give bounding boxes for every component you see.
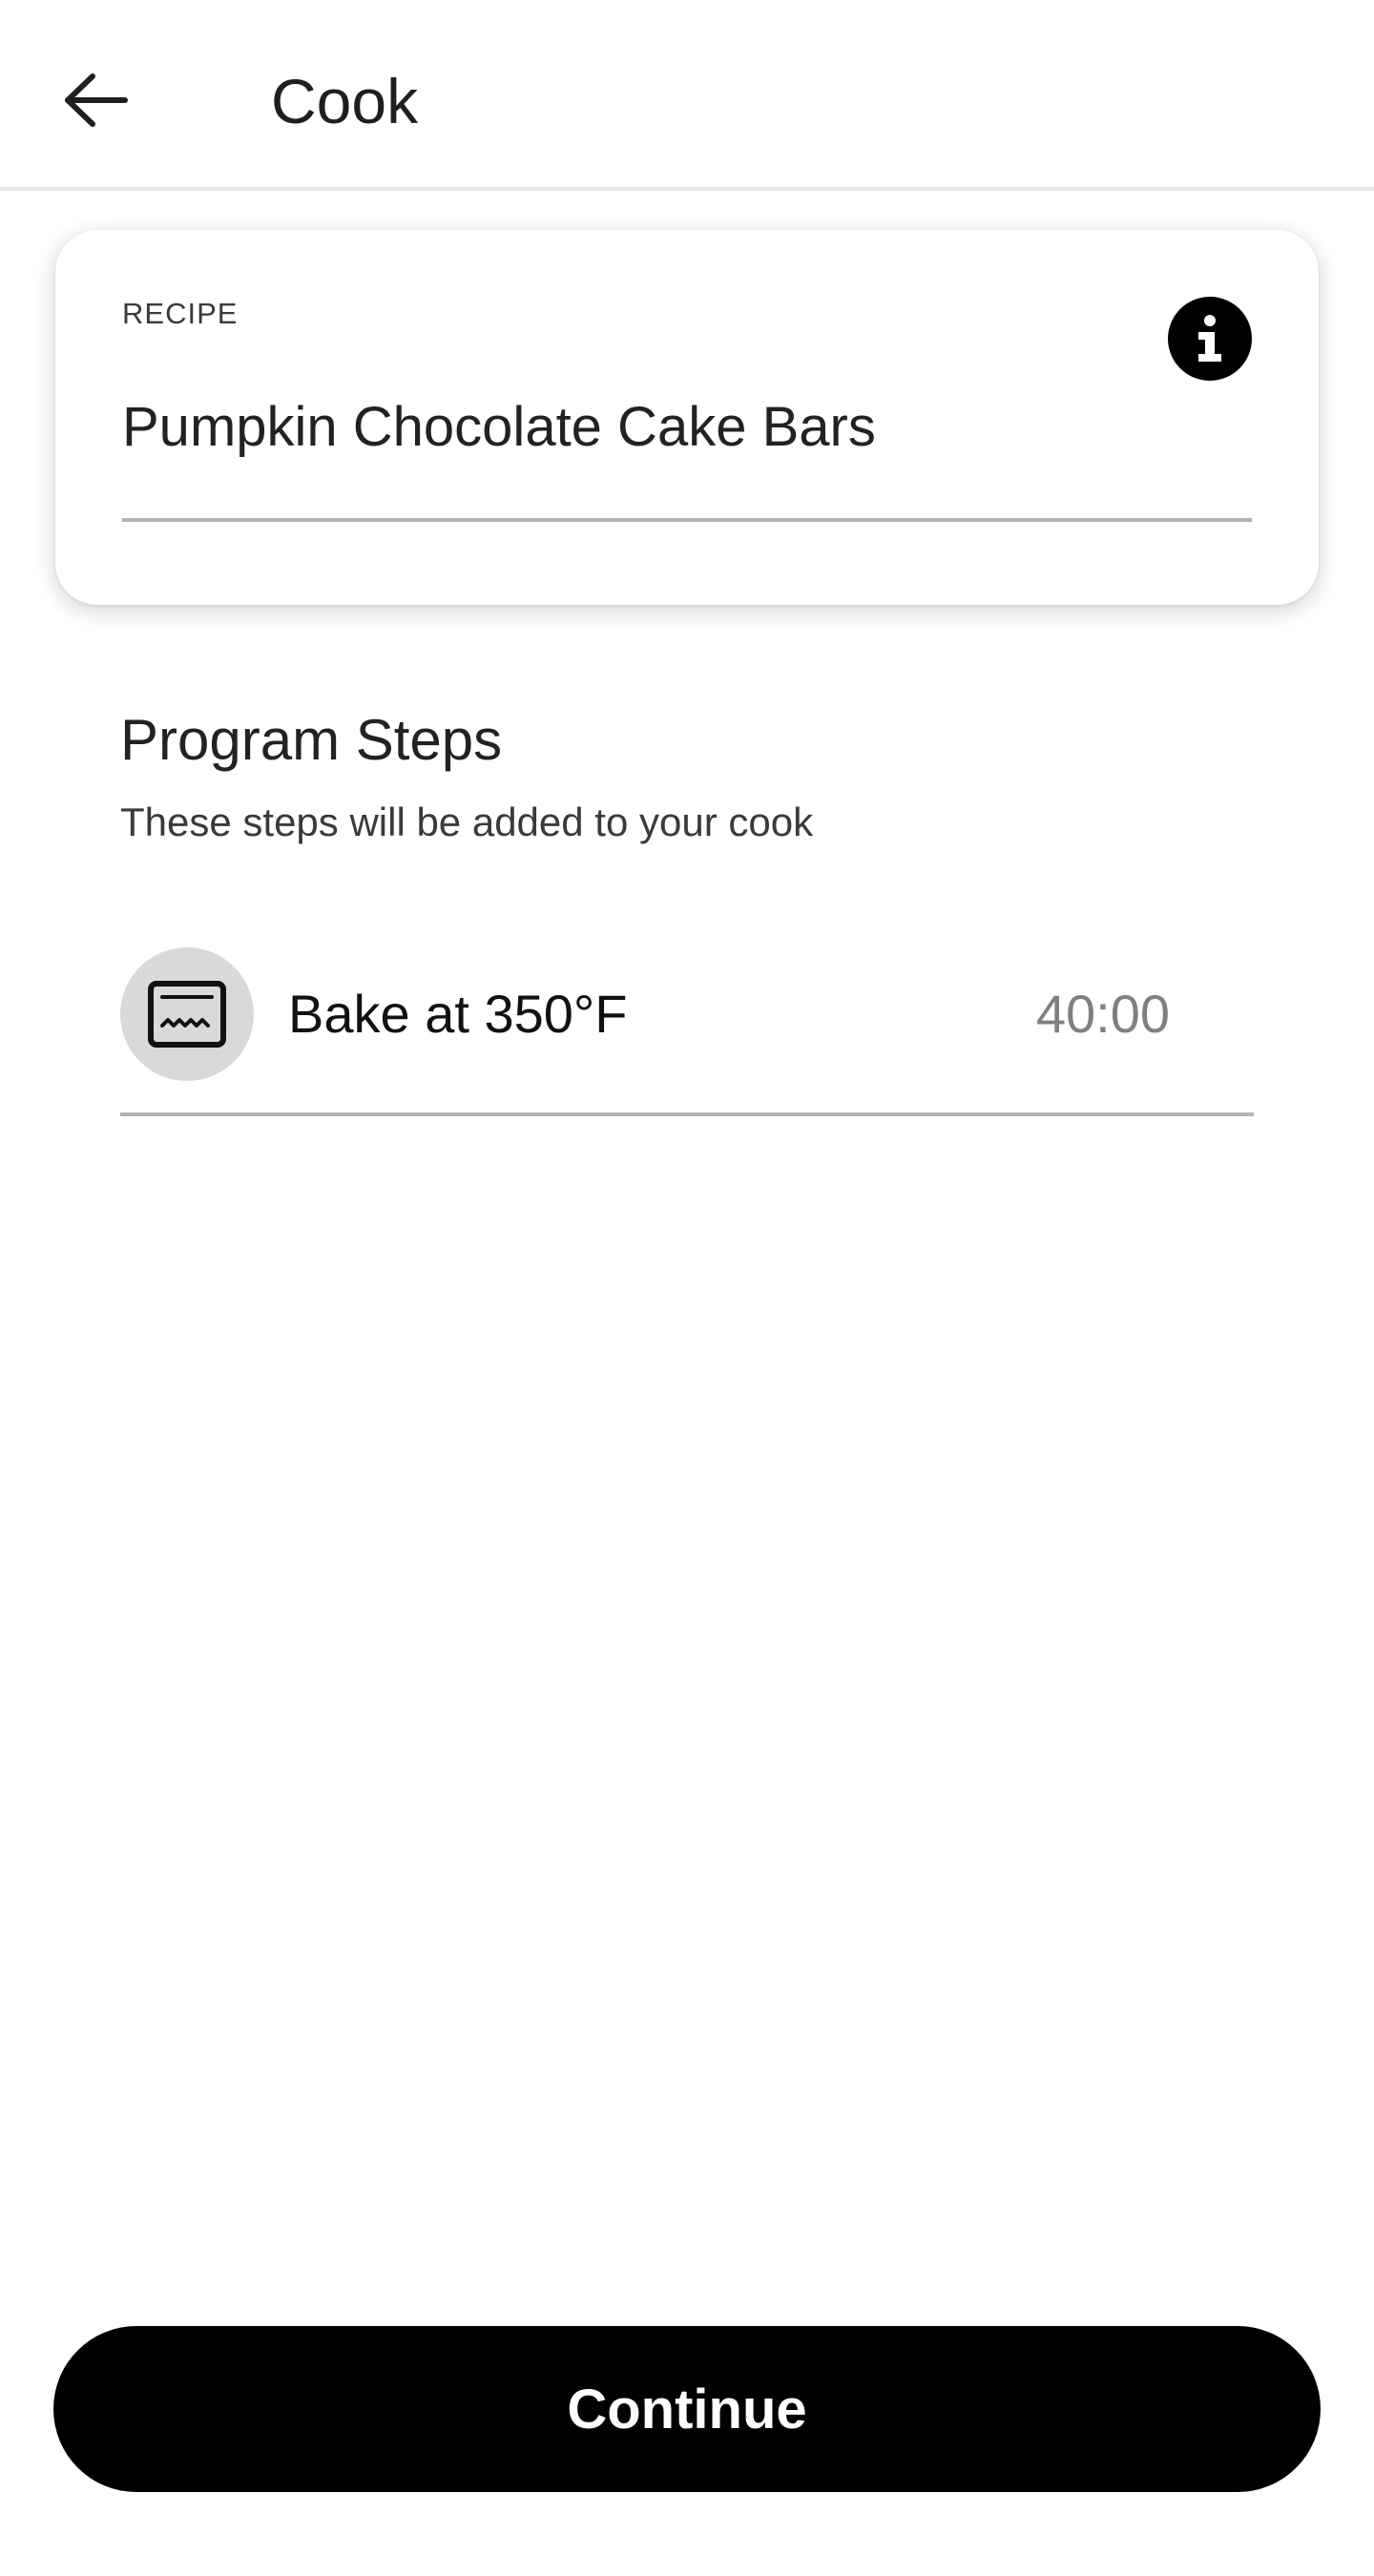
arrow-left-icon — [65, 73, 128, 127]
page-title: Cook — [271, 66, 419, 136]
recipe-divider — [122, 518, 1252, 522]
program-steps-title: Program Steps — [120, 708, 503, 772]
top-app-bar: Cook — [0, 0, 1374, 191]
step-icon-circle — [120, 947, 254, 1081]
program-step-row[interactable]: Bake at 350°F 40:00 — [120, 945, 1254, 1116]
program-steps-subtitle: These steps will be added to your cook — [120, 800, 814, 844]
step-divider — [120, 1112, 1254, 1116]
info-button[interactable] — [1168, 297, 1252, 381]
step-duration: 40:00 — [1035, 984, 1170, 1044]
continue-button[interactable]: Continue — [53, 2326, 1321, 2492]
recipe-name: Pumpkin Chocolate Cake Bars — [122, 396, 876, 458]
recipe-label: RECIPE — [122, 297, 239, 330]
step-label: Bake at 350°F — [288, 984, 628, 1044]
oven-icon — [148, 981, 226, 1048]
recipe-card: RECIPE Pumpkin Chocolate Cake Bars — [55, 230, 1319, 605]
info-icon — [1198, 315, 1221, 362]
back-button[interactable] — [48, 57, 143, 143]
